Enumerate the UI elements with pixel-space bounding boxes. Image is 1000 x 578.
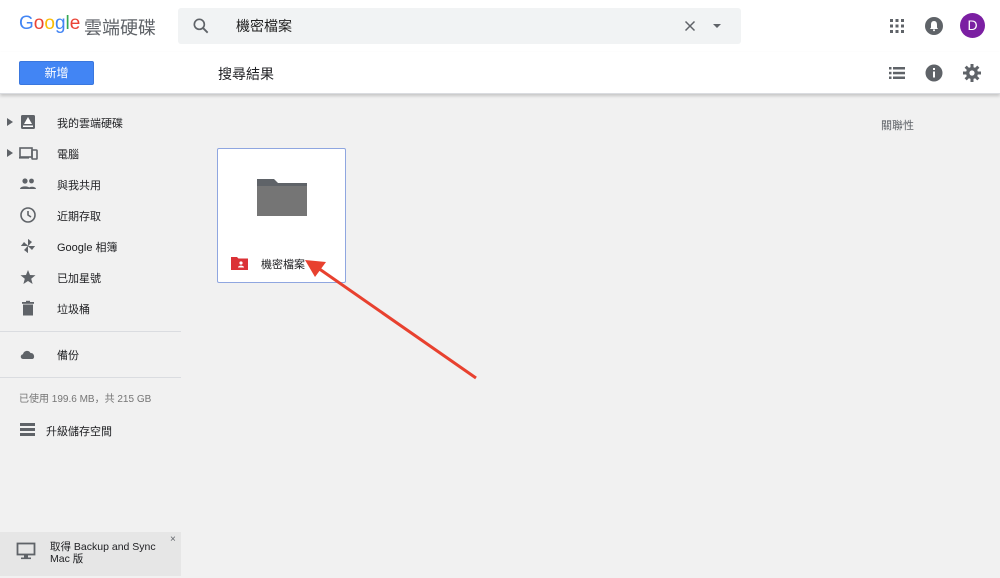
- shared-folder-icon: [231, 257, 248, 270]
- sidebar-item-trash[interactable]: 垃圾桶: [0, 293, 181, 323]
- info-icon[interactable]: [922, 61, 946, 85]
- drive-icon: [21, 115, 35, 129]
- sidebar-item-label: 電腦: [57, 149, 79, 161]
- sidebar-item-shared-with-me[interactable]: 與我共用: [0, 169, 181, 199]
- trash-icon: [22, 300, 34, 316]
- page-title: 搜尋結果: [218, 66, 274, 82]
- search-options-dropdown-icon[interactable]: [711, 20, 723, 32]
- sidebar-item-label: 備份: [57, 350, 79, 362]
- account-avatar[interactable]: D: [960, 13, 985, 38]
- logo-letter: e: [69, 13, 81, 34]
- logo-letter: o: [33, 13, 45, 34]
- search-box[interactable]: [178, 8, 741, 44]
- sidebar-item-label: 我的雲端硬碟: [57, 118, 123, 130]
- sidebar-item-computers[interactable]: 電腦: [0, 138, 181, 168]
- sidebar-item-backups[interactable]: 備份: [0, 339, 181, 369]
- people-icon: [20, 178, 36, 189]
- action-bar: 新增 搜尋結果: [0, 52, 1000, 94]
- sidebar-item-label: 已加星號: [57, 273, 101, 285]
- clock-icon: [20, 207, 36, 223]
- storage-bars-icon: [20, 423, 35, 436]
- settings-gear-icon[interactable]: [960, 61, 984, 85]
- sidebar-divider: [0, 331, 181, 332]
- sort-order-label[interactable]: 關聯性: [881, 117, 914, 133]
- expand-caret-icon[interactable]: [7, 149, 13, 157]
- new-button[interactable]: 新增: [19, 61, 94, 85]
- search-icon[interactable]: [191, 16, 211, 36]
- expand-caret-icon[interactable]: [7, 118, 13, 126]
- apps-grid-icon[interactable]: [885, 14, 909, 38]
- sidebar-item-my-drive[interactable]: 我的雲端硬碟: [0, 107, 181, 137]
- sidebar-item-label: 近期存取: [57, 211, 101, 223]
- folder-card[interactable]: 機密檔案: [217, 148, 346, 283]
- google-logo[interactable]: Google: [19, 13, 80, 35]
- logo-letter: G: [19, 13, 34, 34]
- logo-letter: g: [54, 13, 66, 34]
- sidebar-item-label: 與我共用: [57, 180, 101, 192]
- upgrade-storage-label: 升級儲存空間: [46, 426, 112, 438]
- logo-letter: o: [44, 13, 55, 34]
- list-view-icon[interactable]: [885, 61, 909, 85]
- backup-sync-text: 取得 Backup and Sync Mac 版: [50, 541, 156, 565]
- drive-app: Google 雲端硬碟 機密檔案 D 新增 搜尋結果 我的雲端硬碟 電腦 與我共…: [0, 0, 1000, 578]
- desktop-monitor-icon: [16, 542, 36, 560]
- storage-usage-text: 已使用 199.6 MB，共 215 GB: [19, 394, 152, 405]
- cloud-icon: [20, 350, 35, 359]
- product-name[interactable]: 雲端硬碟: [84, 14, 156, 40]
- sidebar-item-starred[interactable]: 已加星號: [0, 262, 181, 292]
- backup-sync-banner[interactable]: 取得 Backup and Sync Mac 版 ×: [0, 532, 181, 576]
- sidebar-item-google-photos[interactable]: Google 相簿: [0, 231, 181, 261]
- photos-pinwheel-icon: [21, 239, 35, 253]
- folder-thumbnail-icon: [257, 179, 307, 216]
- clear-search-icon[interactable]: [681, 17, 699, 35]
- top-bar: Google 雲端硬碟 機密檔案 D: [0, 0, 1000, 52]
- folder-name: 機密檔案: [261, 259, 305, 271]
- close-banner-button[interactable]: ×: [170, 534, 176, 545]
- sidebar-item-label: 垃圾桶: [57, 304, 90, 316]
- upgrade-storage-link[interactable]: 升級儲存空間: [0, 415, 181, 443]
- computers-icon: [19, 147, 38, 160]
- sidebar-divider: [0, 377, 181, 378]
- sidebar-item-recent[interactable]: 近期存取: [0, 200, 181, 230]
- notifications-bell-icon[interactable]: [922, 14, 946, 38]
- sidebar: 我的雲端硬碟 電腦 與我共用 近期存取 Google 相簿 已加星號 垃圾桶 備…: [0, 95, 181, 578]
- star-icon: [20, 270, 36, 284]
- search-input[interactable]: [236, 14, 656, 38]
- sidebar-item-label: Google 相簿: [57, 242, 118, 254]
